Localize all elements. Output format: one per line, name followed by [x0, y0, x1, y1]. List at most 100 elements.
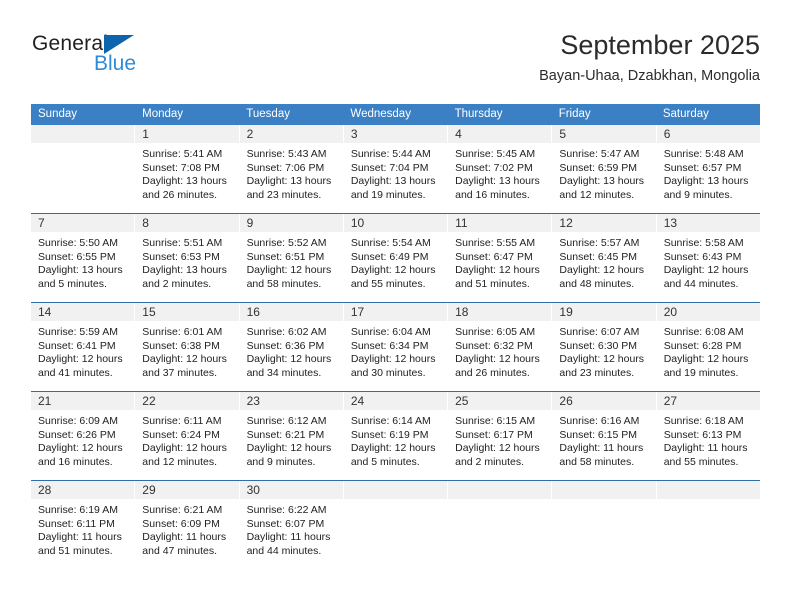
day-number: 17 [343, 303, 448, 321]
calendar-grid: Sunday Monday Tuesday Wednesday Thursday Frid… [31, 104, 760, 569]
daylight-text-line2: and 2 minutes. [455, 455, 525, 468]
day-sun-info: Sunrise: 6:01 AM Sunset: 6:38 PM Daylight:… [135, 321, 238, 380]
calendar-day-cell[interactable]: 19 Sunrise: 6:07 AM Sunset: 6:30 PM Dayligh… [552, 303, 657, 391]
day-number [448, 481, 552, 499]
calendar-day-cell[interactable]: 14 Sunrise: 5:59 AM Sunset: 6:41 PM Dayligh… [31, 303, 136, 391]
day-sun-info: Sunrise: 5:58 AM Sunset: 6:43 PM Daylight:… [657, 232, 760, 291]
daylight-text-line2: and 51 minutes. [455, 277, 530, 290]
sunrise-text: Sunrise: 5:52 AM [246, 237, 327, 249]
calendar-day-cell[interactable]: 3 Sunrise: 5:44 AM Sunset: 7:04 PM Daylight… [343, 125, 449, 213]
day-sun-info: Sunrise: 5:59 AM Sunset: 6:41 PM Daylight:… [31, 321, 134, 380]
daylight-text-line1: Daylight: 11 hours [663, 442, 748, 455]
sunset-text: Sunset: 6:19 PM [350, 428, 429, 441]
sunrise-text: Sunrise: 6:02 AM [246, 326, 327, 338]
calendar-day-cell[interactable]: 6 Sunrise: 5:48 AM Sunset: 6:57 PM Daylight… [656, 125, 760, 213]
daylight-text-line1: Daylight: 12 hours [246, 264, 332, 277]
calendar-day-cell[interactable]: 1 Sunrise: 5:41 AM Sunset: 7:08 PM Daylight… [135, 125, 240, 213]
sunrise-text: Sunrise: 6:22 AM [246, 504, 327, 516]
weekday-header-sunday: Sunday [38, 108, 78, 120]
sunset-text: Sunset: 6:28 PM [663, 339, 742, 352]
day-sun-info: Sunrise: 6:02 AM Sunset: 6:36 PM Daylight:… [240, 321, 343, 380]
calendar-day-cell[interactable]: 25 Sunrise: 6:15 AM Sunset: 6:17 PM Dayligh… [448, 392, 553, 480]
calendar-day-cell-empty [552, 481, 657, 569]
sunset-text: Sunset: 6:38 PM [142, 339, 220, 352]
calendar-day-cell[interactable]: 9 Sunrise: 5:52 AM Sunset: 6:51 PM Daylight… [239, 214, 344, 302]
day-sun-info: Sunrise: 5:41 AM Sunset: 7:08 PM Daylight:… [135, 143, 238, 202]
daylight-text-line1: Daylight: 12 hours [350, 353, 436, 366]
sunset-text: Sunset: 6:59 PM [559, 161, 638, 174]
calendar-day-cell[interactable]: 30 Sunrise: 6:22 AM Sunset: 6:07 PM Dayligh… [239, 481, 344, 569]
calendar-week-row: 28 Sunrise: 6:19 AM Sunset: 6:11 PM Dayligh… [31, 480, 760, 569]
calendar-day-cell[interactable]: 24 Sunrise: 6:14 AM Sunset: 6:19 PM Dayligh… [343, 392, 449, 480]
calendar-day-cell[interactable]: 8 Sunrise: 5:51 AM Sunset: 6:53 PM Daylight… [135, 214, 240, 302]
day-number [656, 481, 760, 499]
daylight-text-line1: Daylight: 12 hours [246, 442, 332, 455]
day-number: 2 [239, 125, 343, 143]
daylight-text-line2: and 47 minutes. [142, 544, 217, 557]
day-sun-info: Sunrise: 5:50 AM Sunset: 6:55 PM Daylight:… [31, 232, 134, 291]
calendar-day-cell[interactable]: 10 Sunrise: 5:54 AM Sunset: 6:49 PM Dayligh… [343, 214, 449, 302]
calendar-day-cell[interactable]: 26 Sunrise: 6:16 AM Sunset: 6:15 PM Dayligh… [552, 392, 657, 480]
daylight-text-line2: and 5 minutes. [38, 277, 107, 290]
daylight-text-line1: Daylight: 12 hours [142, 442, 227, 455]
daylight-text-line2: and 23 minutes. [246, 188, 322, 201]
calendar-day-cell[interactable]: 22 Sunrise: 6:11 AM Sunset: 6:24 PM Dayligh… [135, 392, 240, 480]
day-sun-info: Sunrise: 5:55 AM Sunset: 6:47 PM Daylight:… [448, 232, 551, 291]
calendar-day-cell[interactable]: 12 Sunrise: 5:57 AM Sunset: 6:45 PM Dayligh… [552, 214, 657, 302]
calendar-day-cell[interactable]: 7 Sunrise: 5:50 AM Sunset: 6:55 PM Daylight… [31, 214, 136, 302]
day-sun-info: Sunrise: 6:18 AM Sunset: 6:13 PM Daylight:… [657, 410, 760, 469]
day-number: 22 [135, 392, 239, 410]
weekday-header-monday: Monday [142, 108, 184, 120]
sunrise-text: Sunrise: 6:08 AM [663, 326, 744, 338]
day-number: 16 [239, 303, 343, 321]
sunrise-text: Sunrise: 5:50 AM [38, 237, 118, 249]
daylight-text-line1: Daylight: 11 hours [559, 442, 644, 455]
day-sun-info: Sunrise: 5:51 AM Sunset: 6:53 PM Daylight:… [135, 232, 238, 291]
calendar-day-cell[interactable]: 17 Sunrise: 6:04 AM Sunset: 6:34 PM Dayligh… [343, 303, 449, 391]
sunset-text: Sunset: 6:30 PM [559, 339, 638, 352]
calendar-day-cell[interactable]: 18 Sunrise: 6:05 AM Sunset: 6:32 PM Dayligh… [448, 303, 553, 391]
sunset-text: Sunset: 6:55 PM [38, 250, 116, 263]
day-sun-info: Sunrise: 5:44 AM Sunset: 7:04 PM Daylight:… [344, 143, 447, 202]
sunrise-text: Sunrise: 5:59 AM [38, 326, 118, 338]
calendar-day-cell[interactable]: 20 Sunrise: 6:08 AM Sunset: 6:28 PM Dayligh… [656, 303, 760, 391]
calendar-day-cell[interactable]: 23 Sunrise: 6:12 AM Sunset: 6:21 PM Dayligh… [239, 392, 344, 480]
daylight-text-line1: Daylight: 12 hours [350, 264, 436, 277]
sunset-text: Sunset: 6:07 PM [246, 517, 325, 530]
sunset-text: Sunset: 6:34 PM [350, 339, 429, 352]
sunrise-text: Sunrise: 5:41 AM [142, 148, 223, 160]
day-number: 10 [343, 214, 448, 232]
calendar-day-cell[interactable]: 4 Sunrise: 5:45 AM Sunset: 7:02 PM Daylight… [448, 125, 553, 213]
calendar-day-cell[interactable]: 13 Sunrise: 5:58 AM Sunset: 6:43 PM Dayligh… [656, 214, 760, 302]
day-number: 29 [135, 481, 239, 499]
day-sun-info: Sunrise: 6:12 AM Sunset: 6:21 PM Daylight:… [240, 410, 343, 469]
calendar-day-cell[interactable]: 21 Sunrise: 6:09 AM Sunset: 6:26 PM Dayligh… [31, 392, 136, 480]
calendar-day-cell[interactable]: 28 Sunrise: 6:19 AM Sunset: 6:11 PM Dayligh… [31, 481, 136, 569]
general-blue-logo[interactable]: General Blue [32, 32, 232, 90]
calendar-day-cell[interactable]: 5 Sunrise: 5:47 AM Sunset: 6:59 PM Daylight… [552, 125, 657, 213]
daylight-text-line2: and 2 minutes. [142, 277, 212, 290]
calendar-day-cell[interactable]: 15 Sunrise: 6:01 AM Sunset: 6:38 PM Dayligh… [135, 303, 240, 391]
weekday-header-wednesday: Wednesday [350, 108, 411, 120]
sunrise-text: Sunrise: 6:15 AM [455, 415, 536, 427]
calendar-day-cell[interactable]: 11 Sunrise: 5:55 AM Sunset: 6:47 PM Dayligh… [448, 214, 553, 302]
sunset-text: Sunset: 6:24 PM [142, 428, 220, 441]
daylight-text-line1: Daylight: 13 hours [350, 175, 436, 188]
calendar-day-cell[interactable]: 29 Sunrise: 6:21 AM Sunset: 6:09 PM Dayligh… [135, 481, 240, 569]
calendar-day-cell[interactable]: 16 Sunrise: 6:02 AM Sunset: 6:36 PM Dayligh… [239, 303, 344, 391]
calendar-day-cell[interactable]: 2 Sunrise: 5:43 AM Sunset: 7:06 PM Daylight… [239, 125, 344, 213]
daylight-text-line2: and 55 minutes. [663, 455, 739, 468]
daylight-text-line2: and 23 minutes. [559, 366, 635, 379]
daylight-text-line1: Daylight: 12 hours [350, 442, 436, 455]
weekday-header-row: Sunday Monday Tuesday Wednesday Thursday Frid… [31, 104, 760, 125]
sunset-text: Sunset: 6:21 PM [246, 428, 325, 441]
day-number: 21 [31, 392, 135, 410]
weekday-header-tuesday: Tuesday [246, 108, 290, 120]
sunset-text: Sunset: 6:53 PM [142, 250, 220, 263]
sunset-text: Sunset: 6:36 PM [246, 339, 325, 352]
calendar-day-cell[interactable]: 27 Sunrise: 6:18 AM Sunset: 6:13 PM Dayligh… [656, 392, 760, 480]
calendar-week-row: 7 Sunrise: 5:50 AM Sunset: 6:55 PM Daylight… [31, 213, 760, 302]
sunrise-text: Sunrise: 5:45 AM [455, 148, 536, 160]
calendar-page: General Blue September 2025 Bayan-Uhaa, … [0, 0, 792, 612]
day-sun-info: Sunrise: 5:54 AM Sunset: 6:49 PM Daylight:… [344, 232, 447, 291]
